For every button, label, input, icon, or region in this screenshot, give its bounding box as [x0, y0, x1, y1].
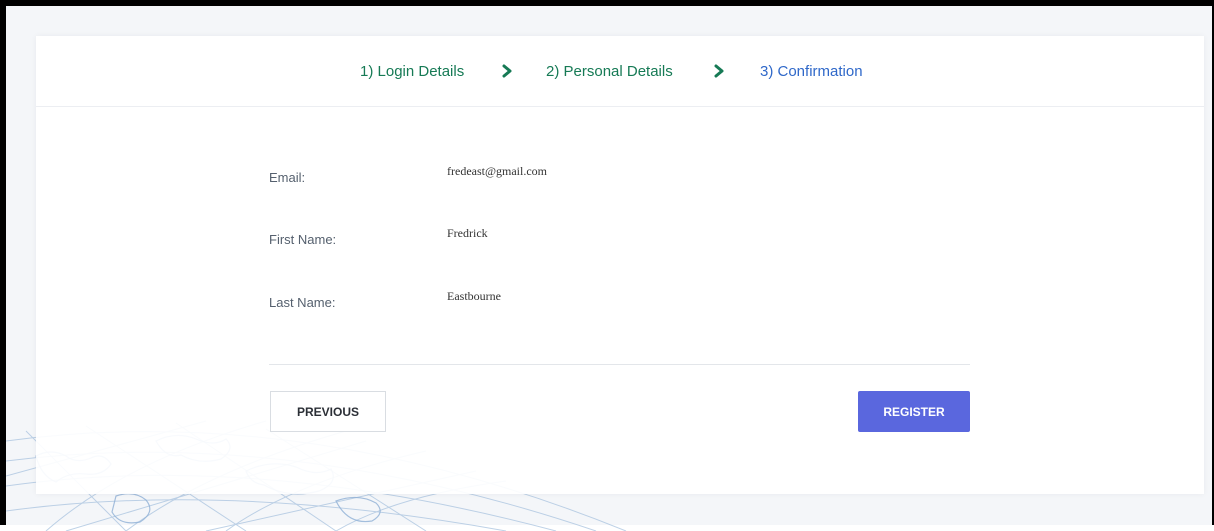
last-name-label: Last Name:: [269, 295, 336, 310]
last-name-value: Eastbourne: [447, 289, 501, 303]
registration-card: 1) Login Details 2) Personal Details 3) …: [36, 36, 1204, 494]
email-row: Email: fredeast@gmail.com: [269, 164, 969, 188]
last-name-row: Last Name: Eastbourne: [269, 289, 969, 313]
email-value: fredeast@gmail.com: [447, 164, 548, 178]
first-name-value: Fredrick: [447, 226, 488, 240]
step-personal-details[interactable]: 2) Personal Details: [546, 63, 673, 80]
first-name-row: First Name: Fredrick: [269, 226, 969, 250]
page-frame: 1) Login Details 2) Personal Details 3) …: [0, 0, 1214, 531]
register-button[interactable]: REGISTER: [858, 391, 970, 432]
previous-button[interactable]: PREVIOUS: [270, 391, 386, 432]
chevron-right-icon: [502, 64, 512, 78]
registration-stepper: 1) Login Details 2) Personal Details 3) …: [36, 36, 1204, 107]
form-divider: [269, 364, 970, 365]
step-confirmation[interactable]: 3) Confirmation: [760, 63, 863, 80]
first-name-label: First Name:: [269, 232, 337, 247]
step-login-details[interactable]: 1) Login Details: [360, 63, 464, 80]
email-label: Email:: [269, 170, 306, 185]
chevron-right-icon: [714, 64, 724, 78]
